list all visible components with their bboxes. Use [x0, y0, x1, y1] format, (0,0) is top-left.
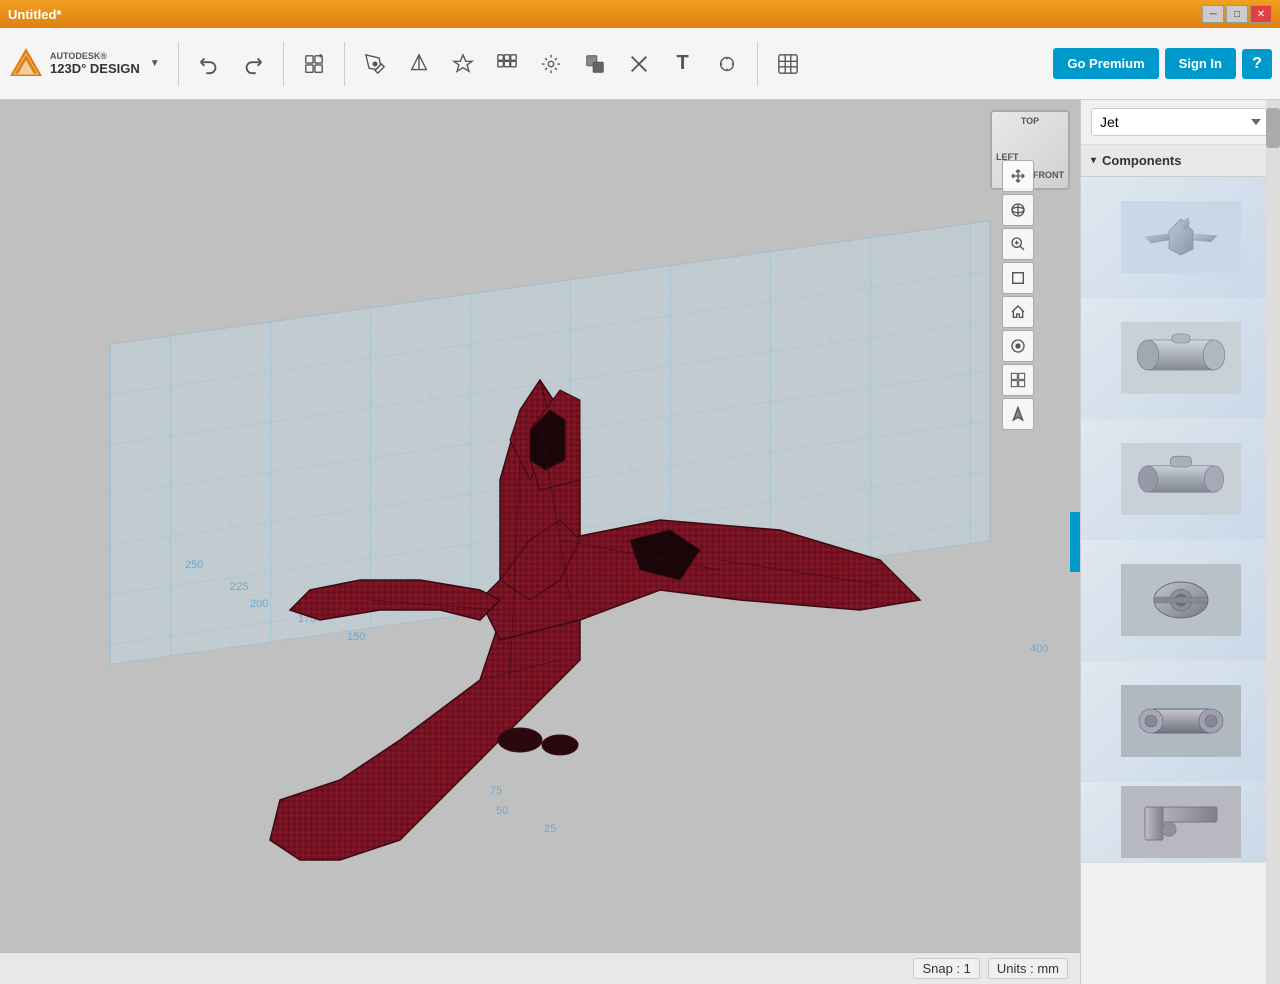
- grid-label-150: 150: [347, 631, 365, 643]
- snap-value[interactable]: Snap : 1: [913, 958, 979, 979]
- grid-label-250: 250: [185, 559, 203, 571]
- autodesk-label: AUTODESK®: [50, 51, 140, 61]
- component-thumb-engine-4: [1081, 661, 1280, 781]
- undo-button[interactable]: [189, 44, 229, 84]
- 3d-viewport-svg: 250 225 200 175 150 75 50 25 400: [0, 100, 1080, 984]
- component-icon-engine-1: [1121, 318, 1241, 398]
- component-thumb-engine-3: [1081, 540, 1280, 660]
- components-section: ▾ Components: [1081, 145, 1280, 984]
- panel-expand-tab[interactable]: [1070, 512, 1080, 572]
- display-mode-button[interactable]: [1002, 364, 1034, 396]
- go-premium-button[interactable]: Go Premium: [1053, 48, 1158, 79]
- sign-in-button[interactable]: Sign In: [1165, 48, 1236, 79]
- home-view-button[interactable]: [1002, 296, 1034, 328]
- component-thumb-engine-1: [1081, 298, 1280, 418]
- scrollbar[interactable]: [1266, 100, 1280, 984]
- render-button[interactable]: [1002, 398, 1034, 430]
- pan-button[interactable]: [1002, 160, 1034, 192]
- component-item-engine-5[interactable]: [1081, 782, 1280, 863]
- separator-1: [178, 42, 179, 86]
- cube-front-label: FRONT: [1033, 170, 1064, 180]
- perspective-button[interactable]: [1002, 330, 1034, 362]
- separator-3: [344, 42, 345, 86]
- close-button[interactable]: ✕: [1250, 5, 1272, 23]
- components-chevron-icon: ▾: [1091, 155, 1096, 166]
- grid-label-400: 400: [1030, 643, 1048, 655]
- construct-button[interactable]: [399, 44, 439, 84]
- jet-exhaust-1: [498, 728, 542, 752]
- fit-button[interactable]: [1002, 262, 1034, 294]
- grid-label-50: 50: [496, 805, 508, 817]
- component-icon-jet: [1121, 197, 1241, 277]
- logo-area: AUTODESK® 123D° DESIGN ▼: [8, 46, 160, 82]
- window-title: Untitled*: [8, 7, 1202, 22]
- orbit-button[interactable]: [1002, 194, 1034, 226]
- delete-button[interactable]: [619, 44, 659, 84]
- cube-top-label: TOP: [1021, 116, 1039, 126]
- scene-dropdown[interactable]: Jet: [1091, 108, 1270, 136]
- panel-header: Jet: [1081, 100, 1280, 145]
- grid-label-25: 25: [544, 823, 556, 835]
- status-bar: Snap : 1 Units : mm: [0, 952, 1080, 984]
- modify-button[interactable]: [443, 44, 483, 84]
- transform-button[interactable]: [531, 44, 571, 84]
- separator-4: [757, 42, 758, 86]
- logo-text: AUTODESK® 123D° DESIGN: [50, 51, 140, 76]
- component-item-engine-3[interactable]: [1081, 540, 1280, 661]
- header-right-buttons: Go Premium Sign In ?: [1053, 48, 1272, 79]
- component-thumb-jet: [1081, 177, 1280, 297]
- help-button[interactable]: ?: [1242, 49, 1272, 79]
- components-label: Components: [1102, 153, 1181, 168]
- jet-exhaust-2: [542, 735, 578, 755]
- toolbar: AUTODESK® 123D° DESIGN ▼: [0, 28, 1280, 100]
- pattern-button[interactable]: [487, 44, 527, 84]
- sketch-button[interactable]: [355, 44, 395, 84]
- combine-button[interactable]: [575, 44, 615, 84]
- component-item-jet[interactable]: [1081, 177, 1280, 298]
- component-icon-engine-4: [1121, 681, 1241, 761]
- viewport[interactable]: TOP LEFT FRONT: [0, 100, 1080, 984]
- component-item-engine-1[interactable]: [1081, 298, 1280, 419]
- measure-button[interactable]: [707, 44, 747, 84]
- component-thumb-engine-5: [1081, 782, 1280, 862]
- logo-dropdown-arrow[interactable]: ▼: [150, 58, 160, 69]
- scroll-thumb[interactable]: [1266, 108, 1280, 148]
- window-controls: ─ □ ✕: [1202, 5, 1272, 23]
- grid-label-200: 200: [250, 598, 268, 610]
- snap-grid-button[interactable]: [768, 44, 808, 84]
- component-icon-engine-2: [1121, 439, 1241, 519]
- units-value[interactable]: Units : mm: [988, 958, 1068, 979]
- component-thumb-engine-2: [1081, 419, 1280, 539]
- grid-label-75: 75: [490, 785, 502, 797]
- text-button[interactable]: T: [663, 44, 703, 84]
- new-shape-button[interactable]: [294, 44, 334, 84]
- grid-label-225: 225: [230, 581, 248, 593]
- components-header[interactable]: ▾ Components: [1081, 145, 1280, 177]
- component-item-engine-2[interactable]: [1081, 419, 1280, 540]
- minimize-button[interactable]: ─: [1202, 5, 1224, 23]
- title-bar: Untitled* ─ □ ✕: [0, 0, 1280, 28]
- separator-2: [283, 42, 284, 86]
- right-panel: Jet ▾ Components: [1080, 100, 1280, 984]
- text-icon: T: [677, 52, 689, 75]
- component-item-engine-4[interactable]: [1081, 661, 1280, 782]
- zoom-button[interactable]: [1002, 228, 1034, 260]
- component-icon-engine-3: [1121, 560, 1241, 640]
- autodesk-logo-icon: [8, 46, 44, 82]
- product-label: 123D° DESIGN: [50, 61, 140, 76]
- component-icon-engine-5: [1121, 782, 1241, 862]
- redo-button[interactable]: [233, 44, 273, 84]
- maximize-button[interactable]: □: [1226, 5, 1248, 23]
- main-content: TOP LEFT FRONT: [0, 100, 1280, 984]
- view-controls: [1002, 160, 1034, 430]
